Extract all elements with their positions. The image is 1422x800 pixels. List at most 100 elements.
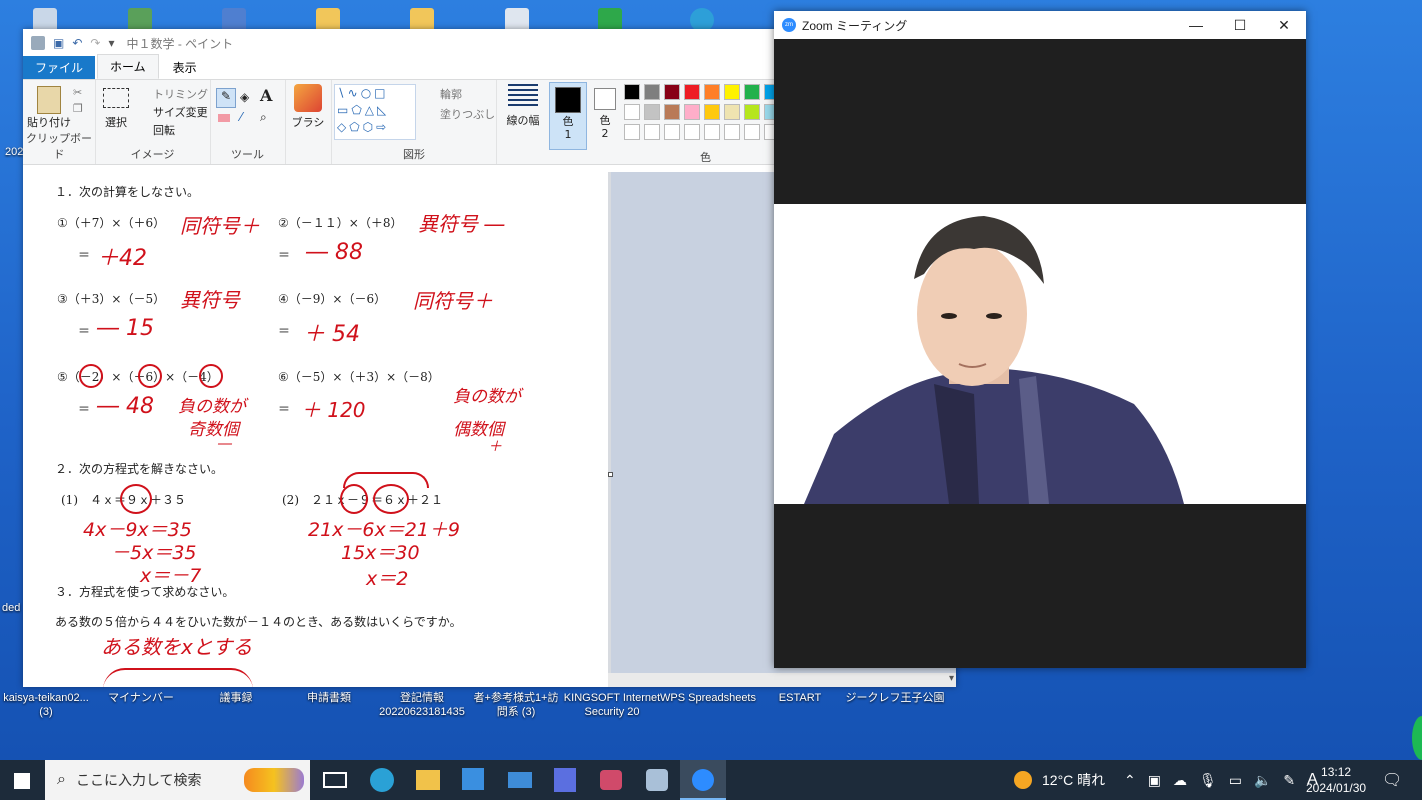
eraser-icon[interactable] [218,114,230,122]
desktop-label[interactable]: kaisya-teikan02... (3) [0,691,92,719]
hand-note: ある数をxとする [101,635,253,659]
paint-taskbar-icon[interactable] [646,769,668,791]
chevron-up-icon[interactable]: ⌃ [1124,772,1136,789]
color-swatch[interactable] [624,104,640,120]
color-swatch[interactable] [704,124,720,140]
desktop-label[interactable]: WPS Spreadsheets [658,691,758,705]
mic-icon[interactable]: 🎙 [1199,772,1217,789]
redo-icon[interactable]: ↷ [90,36,100,50]
shapes-gallery[interactable]: ∖∿○□ ▭⬠△◺ ◇⬠⬡⇨ [334,84,416,140]
hand-note: 同符号＋ [413,289,493,313]
color-palette[interactable] [624,84,780,142]
cut-icon[interactable]: ✂ [73,86,82,99]
clock[interactable]: 13:12 2024/01/30 [1306,760,1366,800]
pencil-icon[interactable]: ✎ [216,88,236,108]
color2-button[interactable]: 色 2 [588,82,622,140]
system-tray-icons[interactable]: ⌃ ▣ ☁ 🎙 ▭ 🔈 ✎ A [1124,760,1318,800]
color-swatch[interactable] [744,104,760,120]
desktop-label[interactable]: ESTART [760,691,840,705]
network-icon[interactable]: ☁ [1173,772,1187,789]
select-button[interactable]: 選択 [99,88,133,130]
worksheet-canvas[interactable]: １．次の計算をしなさい。 ①（＋7）×（＋6） 同符号＋ ②（－１１）×（＋8）… [23,172,611,687]
copy-icon[interactable]: ❐ [73,102,83,115]
text-icon[interactable]: A [260,86,272,105]
task-view-icon[interactable] [323,772,347,788]
desktop-label[interactable]: 登記情報 20220623181435 [376,691,468,719]
app-taskbar-icon[interactable] [554,768,576,792]
hand-note: ＋ [488,439,502,455]
rotate-button[interactable]: 回転 [153,122,175,138]
explorer-taskbar-icon[interactable] [416,770,440,790]
mail-taskbar-icon[interactable] [508,772,532,788]
fill-icon[interactable]: ◈ [240,90,249,104]
zoom-taskbar-icon[interactable] [680,760,726,800]
color-swatch[interactable] [684,124,700,140]
brush-icon [294,84,322,112]
circle-mark [138,364,162,388]
maximize-button[interactable]: ☐ [1218,11,1262,39]
notification-icon[interactable]: 🗨 [1382,760,1402,800]
color-swatch[interactable] [644,124,660,140]
picker-icon[interactable]: ⁄ [240,110,242,124]
color-swatch[interactable] [744,84,760,100]
color-swatch[interactable] [724,124,740,140]
line-width-button[interactable]: 線の幅 [501,84,545,128]
save-icon[interactable]: ▣ [53,36,64,50]
hand-note: 負の数が [178,397,246,417]
tab-view[interactable]: 表示 [161,56,209,79]
color-swatch[interactable] [644,84,660,100]
brush-button[interactable]: ブラシ [286,84,330,130]
undo-icon[interactable]: ↶ [72,36,82,50]
battery-icon[interactable]: ▭ [1229,772,1242,789]
group-clipboard: 貼り付け ✂ ❐ クリップボード [23,80,96,164]
store-taskbar-icon[interactable] [462,768,484,790]
paste-button[interactable]: 貼り付け [27,86,71,130]
color-swatch[interactable] [664,84,680,100]
tab-home[interactable]: ホーム [97,54,159,79]
fill-button[interactable]: 塗りつぶし [440,106,495,122]
color-swatch[interactable] [724,104,740,120]
volume-icon[interactable]: 🔈 [1254,772,1271,789]
problem-1: ①（＋7）×（＋6） [57,216,166,230]
customize-icon[interactable]: ▾ [108,36,114,50]
color1-button[interactable]: 色 1 [549,82,587,150]
magnifier-icon[interactable]: ⌕ [260,110,267,125]
color-swatch[interactable] [624,124,640,140]
close-button[interactable]: ✕ [1262,11,1306,39]
crop-button[interactable]: トリミング [153,86,208,102]
color-swatch[interactable] [684,84,700,100]
scroll-right-icon[interactable]: ▾ [949,673,954,684]
horizontal-scrollbar[interactable]: ▾ [608,673,956,687]
color-swatch[interactable] [644,104,660,120]
hand-answer: ― 15 [97,316,154,341]
color-swatch[interactable] [624,84,640,100]
search-input[interactable]: ⌕ ここに入力して検索 [45,760,310,800]
clock-date: 2024/01/30 [1306,781,1367,795]
start-button[interactable] [0,760,45,800]
desktop-label[interactable]: マイナンバー [95,691,187,705]
desktop-label[interactable]: 申請書類 [283,691,375,705]
tab-file[interactable]: ファイル [23,56,96,79]
resize-handle[interactable] [608,472,613,477]
color-swatch[interactable] [704,104,720,120]
desktop-label[interactable]: 者+参考様式1+訪 問系 (3) [470,691,562,719]
sun-icon [1014,771,1032,789]
outline-button[interactable]: 輪郭 [440,86,462,102]
meet-icon[interactable]: ▣ [1148,772,1161,789]
edge-taskbar-icon[interactable] [370,768,394,792]
desktop-label[interactable]: KINGSOFT Internet Security 20 [562,691,662,719]
app-taskbar-icon[interactable] [600,770,622,790]
weather-widget[interactable]: 12°C 晴れ [1014,760,1105,800]
minimize-button[interactable]: — [1174,11,1218,39]
color-swatch[interactable] [684,104,700,120]
pen-icon[interactable]: ✎ [1283,772,1295,789]
color-swatch[interactable] [664,104,680,120]
color-swatch[interactable] [744,124,760,140]
color-swatch[interactable] [664,124,680,140]
desktop-label[interactable]: 議事録 [190,691,282,705]
desktop-label[interactable]: ジークレフ王子公園 [840,691,950,705]
color-swatch[interactable] [704,84,720,100]
color-swatch[interactable] [724,84,740,100]
hand-step: x＝2 [366,568,409,590]
resize-button[interactable]: サイズ変更 [153,104,208,120]
